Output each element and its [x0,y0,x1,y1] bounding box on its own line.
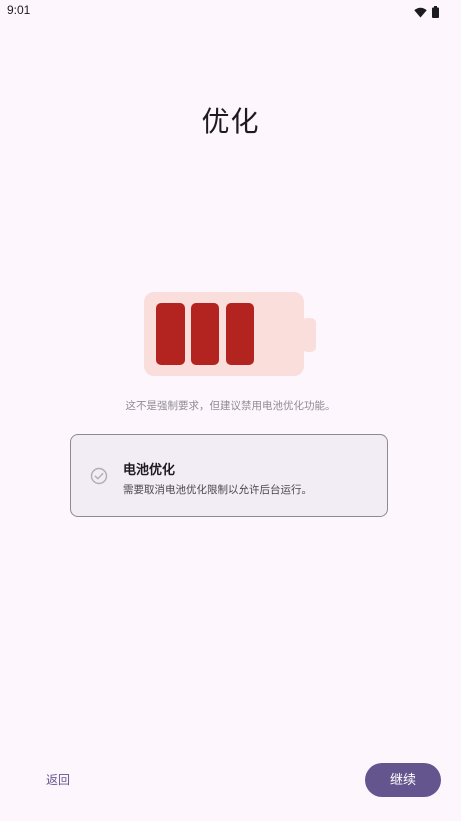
check-circle-icon [90,467,108,489]
card-description: 需要取消电池优化限制以允许后台运行。 [123,484,312,496]
back-button[interactable]: 返回 [34,765,82,795]
wifi-icon [414,3,427,22]
status-bar: 9:01 [0,0,461,22]
card-title: 电池优化 [123,463,176,478]
hint-text: 这不是强制要求，但建议禁用电池优化功能。 [125,400,336,412]
page-title: 优化 [201,105,260,138]
battery-status-icon [432,3,439,22]
status-time: 9:01 [7,3,31,17]
battery-optimization-card[interactable]: 电池优化 需要取消电池优化限制以允许后台运行。 [70,434,388,517]
battery-icon [144,292,318,382]
status-icons [414,3,439,22]
continue-button[interactable]: 继续 [365,763,441,797]
